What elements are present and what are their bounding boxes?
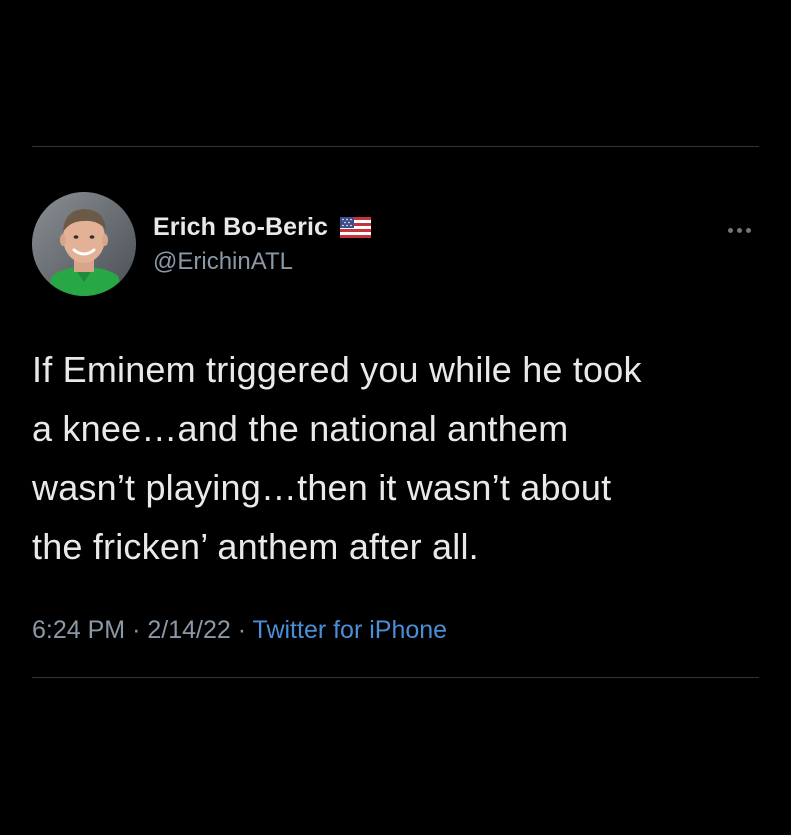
- more-dot: [727, 227, 733, 233]
- tweet-text-line: If Eminem triggered you while he took: [32, 349, 642, 390]
- author-avatar[interactable]: [32, 192, 136, 296]
- top-divider: [32, 146, 759, 147]
- display-name-row: Erich Bo-Beric: [153, 210, 372, 244]
- tweet-metadata: 6:24 PM · 2/14/22 · Twitter for iPhone: [32, 616, 447, 645]
- tweet-time[interactable]: 6:24 PM: [32, 616, 125, 644]
- meta-separator: ·: [132, 616, 141, 644]
- profile-photo: [32, 192, 136, 296]
- more-options-icon[interactable]: [719, 220, 759, 240]
- tweet-text-line: a knee…and the national anthem: [32, 408, 569, 449]
- us-flag-icon: [340, 216, 372, 238]
- author-display-name[interactable]: Erich Bo-Beric: [153, 213, 328, 242]
- tweet-text-line: the fricken’ anthem after all.: [32, 526, 479, 567]
- author-info: Erich Bo-Beric @ErichinATL: [153, 210, 372, 276]
- more-dot: [745, 227, 751, 233]
- tweet-text-line: wasn’t playing…then it wasn’t about: [32, 467, 612, 508]
- tweet-date[interactable]: 2/14/22: [147, 616, 230, 644]
- tweet-text: If Eminem triggered you while he took a …: [32, 340, 752, 576]
- tweet-header: Erich Bo-Beric @ErichinATL: [32, 192, 759, 296]
- meta-separator: ·: [237, 616, 247, 644]
- bottom-divider: [32, 677, 759, 678]
- tweet-source-link[interactable]: Twitter for iPhone: [253, 616, 448, 644]
- author-handle[interactable]: @ErichinATL: [153, 248, 371, 276]
- more-dot: [736, 227, 742, 233]
- tweet-screenshot: Erich Bo-Beric @ErichinATL If Eminem tri…: [0, 0, 791, 835]
